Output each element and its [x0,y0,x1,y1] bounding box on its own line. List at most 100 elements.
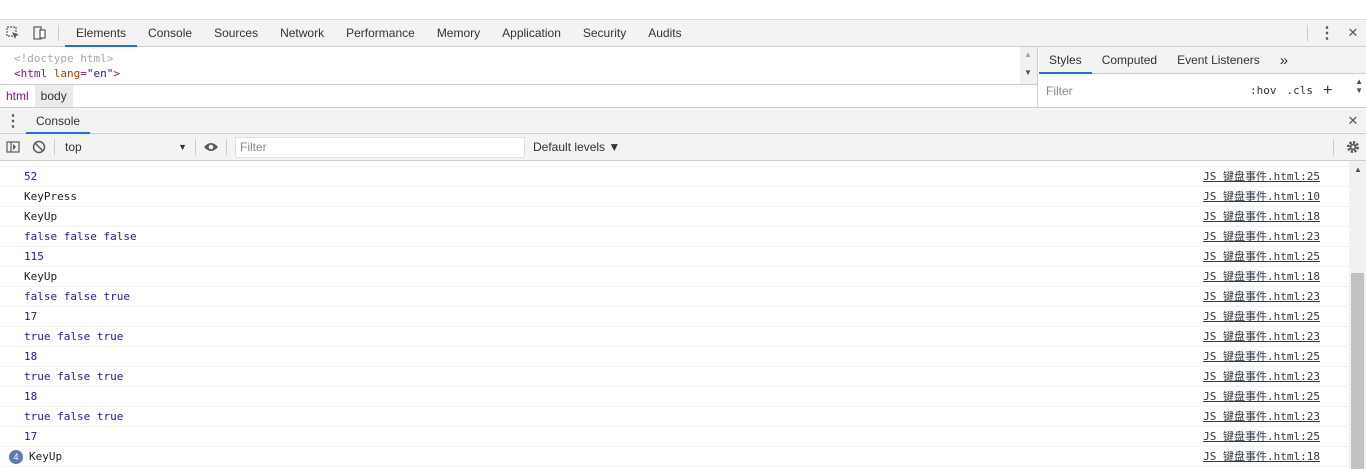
source-link[interactable]: JS 键盘事件.html:25 [1203,347,1320,367]
source-link[interactable]: JS 键盘事件.html:25 [1203,427,1320,447]
console-message: true false true JS 键盘事件.html:23 [0,327,1349,347]
scroll-down-arrow-icon[interactable]: ▼ [1024,68,1032,77]
console-message-text: 18 [24,390,38,403]
html-attr-name: lang [53,67,81,80]
toolbar-divider [1333,138,1334,156]
hover-state-toggle[interactable]: :hov [1245,84,1282,97]
console-message: true false true JS 键盘事件.html:23 [0,367,1349,387]
inspect-element-icon[interactable] [0,20,26,46]
console-message-text: KeyUp [24,270,58,283]
console-message-text: KeyPress [24,190,77,203]
console-message: 17 JS 键盘事件.html:25 [0,307,1349,327]
console-message-text: true false true [24,370,124,383]
tab-computed[interactable]: Computed [1092,47,1167,73]
tab-event-listeners[interactable]: Event Listeners [1167,47,1270,73]
console-message-text: KeyUp [29,450,63,463]
new-style-rule-icon[interactable]: + [1318,82,1337,100]
console-filter-input[interactable] [235,136,525,158]
console-message: 115 JS 键盘事件.html:25 [0,247,1349,267]
styles-scroll-arrows-icon[interactable]: ▲ ▼ [1355,77,1363,95]
console-message-text: 52 [24,170,38,183]
doctype-node[interactable]: <!doctype html> [14,51,1020,66]
more-tabs-icon[interactable]: » [1270,47,1298,73]
styles-sidebar: Styles Computed Event Listeners » :hov .… [1039,47,1366,107]
source-link[interactable]: JS 键盘事件.html:18 [1203,207,1320,227]
class-toggle[interactable]: .cls [1282,84,1319,97]
console-message-text: 17 [24,430,38,443]
tab-security[interactable]: Security [572,20,637,46]
console-message: KeyUp JS 键盘事件.html:18 [0,267,1349,287]
console-message: 52 JS 键盘事件.html:25 [0,167,1349,187]
console-message: KeyPress JS 键盘事件.html:10 [0,187,1349,207]
drawer-tab-console[interactable]: Console [26,108,91,134]
context-value: top [65,140,82,154]
context-selector[interactable]: top ▼ [57,134,193,161]
elements-panel: <!doctype html> <html lang="en"> ▲ ▼ htm… [0,47,1038,107]
scrollbar-thumb[interactable] [1351,273,1364,469]
source-link[interactable]: JS 键盘事件.html:18 [1203,447,1320,467]
tab-network[interactable]: Network [269,20,335,46]
console-message: false false false JS 键盘事件.html:23 [0,227,1349,247]
source-link[interactable]: JS 键盘事件.html:25 [1203,167,1320,187]
more-menu-icon[interactable]: ⋮ [1314,20,1340,46]
console-message: KeyUp JS 键盘事件.html:18 [0,207,1349,227]
tab-console[interactable]: Console [137,20,203,46]
source-link[interactable]: JS 键盘事件.html:25 [1203,387,1320,407]
html-node[interactable]: <html lang="en"> [14,66,1020,81]
console-settings-gear-icon[interactable] [1340,134,1366,161]
html-attr-value: "en" [86,67,114,80]
source-link[interactable]: JS 键盘事件.html:23 [1203,367,1320,387]
console-scrollbar[interactable]: ▲ [1349,161,1366,469]
close-drawer-icon[interactable]: ✕ [1340,108,1366,133]
source-link[interactable]: JS 键盘事件.html:23 [1203,227,1320,247]
toolbar-divider [1307,25,1308,41]
window-top-strip [0,0,1366,20]
clear-console-icon[interactable] [26,140,52,154]
console-message: 4 KeyUp JS 键盘事件.html:18 [0,447,1349,467]
source-link[interactable]: JS 键盘事件.html:23 [1203,287,1320,307]
source-link[interactable]: JS 键盘事件.html:23 [1203,407,1320,427]
styles-tabbar: Styles Computed Event Listeners » [1039,47,1366,74]
device-toolbar-icon[interactable] [26,20,52,46]
log-levels-dropdown[interactable]: Default levels ▼ [533,140,620,154]
console-message-text: true false true [24,410,124,423]
source-link[interactable]: JS 键盘事件.html:10 [1203,187,1320,207]
console-message-text: false false true [24,290,130,303]
scroll-up-arrow-icon[interactable]: ▲ [1354,165,1362,174]
console-message-text: KeyUp [24,210,58,223]
drawer-menu-icon[interactable]: ⋮ [0,108,26,133]
breadcrumb-html[interactable]: html [0,85,35,107]
tab-memory[interactable]: Memory [426,20,491,46]
drawer-header: ⋮ Console ✕ [0,107,1366,134]
dom-tree-scrollbar[interactable]: ▲ ▼ [1020,47,1037,84]
source-link[interactable]: JS 键盘事件.html:18 [1203,267,1320,287]
console-message-text: 17 [24,310,38,323]
chevron-down-icon: ▼ [178,142,187,152]
console-message-text: true false true [24,330,124,343]
show-sidebar-icon[interactable] [0,141,26,153]
styles-filter-row: :hov .cls + ▲▼ [1039,74,1366,107]
console-message: true false true JS 键盘事件.html:23 [0,407,1349,427]
scroll-up-arrow-icon[interactable]: ▲ [1024,50,1032,59]
breadcrumb-body[interactable]: body [34,85,73,107]
source-link[interactable]: JS 键盘事件.html:25 [1203,247,1320,267]
dom-tree: <!doctype html> <html lang="en"> [0,47,1020,84]
tab-audits[interactable]: Audits [637,20,692,46]
close-devtools-icon[interactable]: ✕ [1340,20,1366,46]
tab-styles[interactable]: Styles [1039,47,1092,74]
console-message-text: 18 [24,350,38,363]
console-message: 18 JS 键盘事件.html:25 [0,347,1349,367]
source-link[interactable]: JS 键盘事件.html:23 [1203,327,1320,347]
tab-performance[interactable]: Performance [335,20,426,46]
toolbar-divider [226,139,227,155]
html-tag-name: html [20,67,48,80]
tab-sources[interactable]: Sources [203,20,269,46]
tab-application[interactable]: Application [491,20,572,46]
console-message-text: false false false [24,230,137,243]
live-expression-eye-icon[interactable] [198,142,224,152]
tab-elements[interactable]: Elements [65,20,138,47]
console-messages: 52 JS 键盘事件.html:25 KeyPress JS 键盘事件.html:10… [0,161,1349,469]
console-message: 18 JS 键盘事件.html:25 [0,387,1349,407]
source-link[interactable]: JS 键盘事件.html:25 [1203,307,1320,327]
styles-filter-input[interactable] [1043,79,1239,102]
